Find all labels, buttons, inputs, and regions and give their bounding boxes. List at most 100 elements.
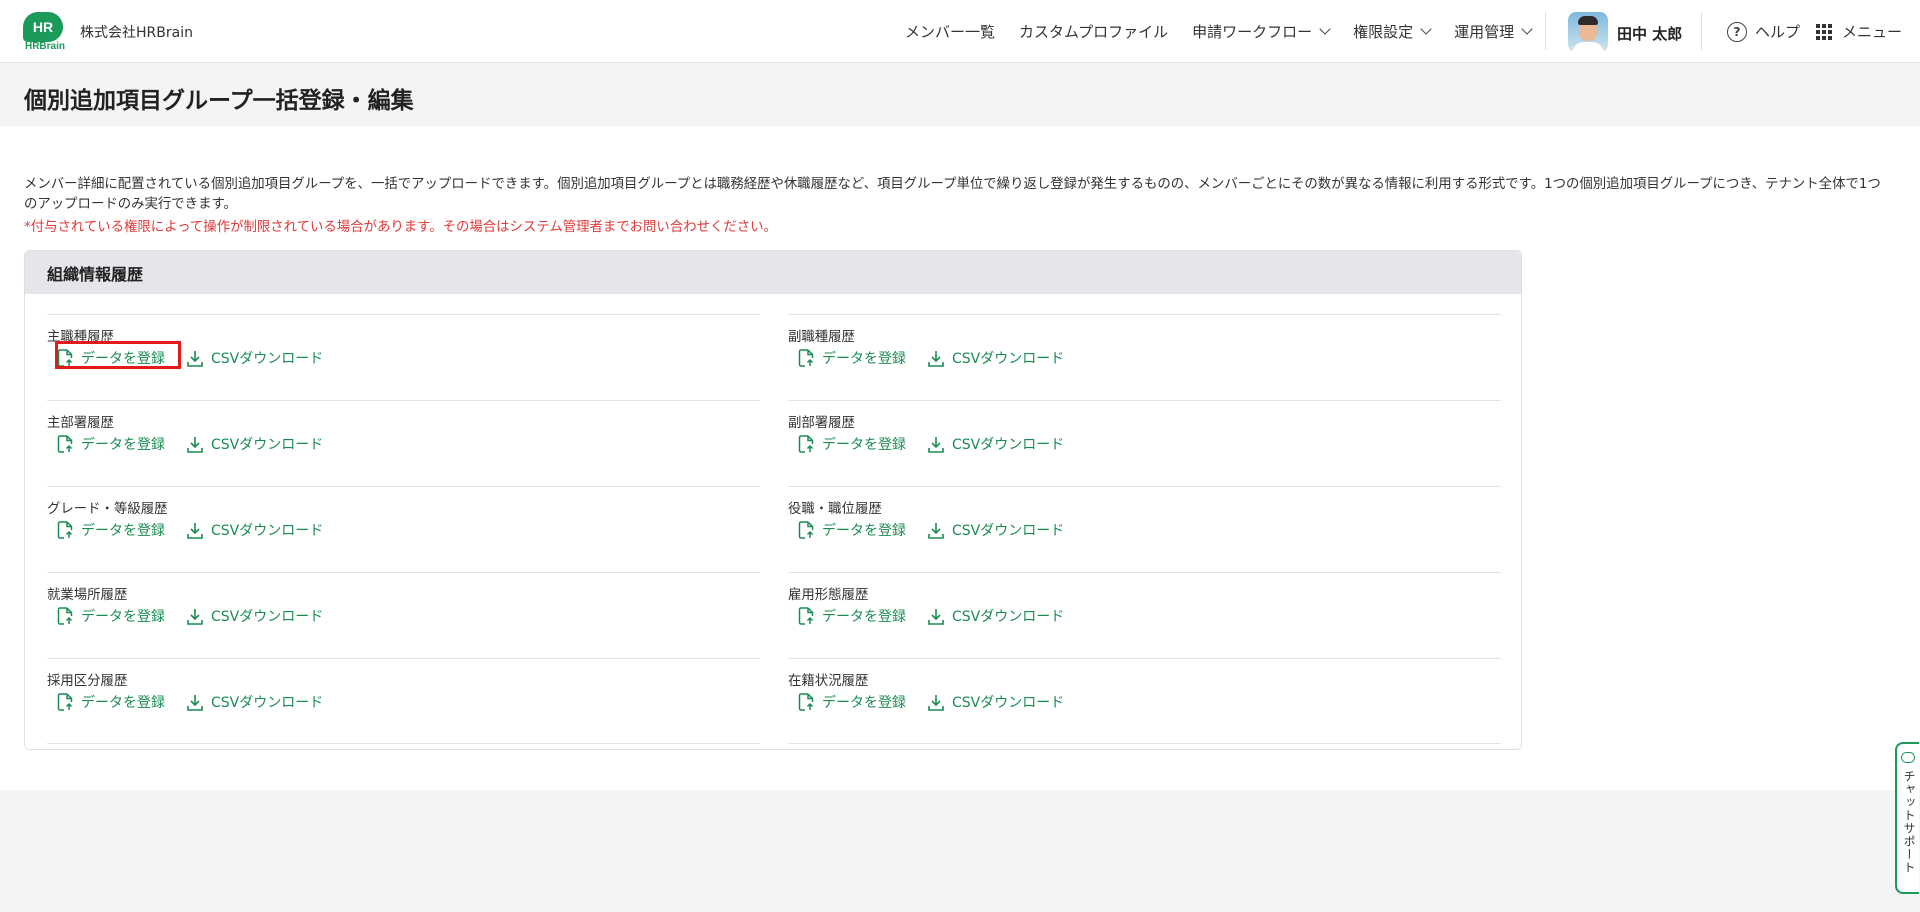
csv-download-button[interactable]: CSVダウンロード xyxy=(187,520,323,540)
file-upload-icon xyxy=(57,435,81,453)
row-actions: データを登録 CSVダウンロード xyxy=(57,606,345,626)
download-icon xyxy=(928,522,952,539)
nav-workflow[interactable]: 申請ワークフロー xyxy=(1192,21,1331,42)
row-actions: データを登録 CSVダウンロード xyxy=(798,606,1086,626)
download-icon xyxy=(187,694,211,711)
register-label: データを登録 xyxy=(822,609,906,625)
page-description: メンバー詳細に配置されている個別追加項目グループを、一括でアップロードできます。… xyxy=(24,177,1881,212)
avatar-body xyxy=(1572,42,1604,52)
download-label: CSVダウンロード xyxy=(211,437,324,453)
chat-support-tab[interactable]: チャットサポート xyxy=(1895,742,1919,894)
csv-download-button[interactable]: CSVダウンロード xyxy=(928,606,1064,626)
csv-download-button[interactable]: CSVダウンロード xyxy=(187,434,323,454)
logo-mark: HR xyxy=(23,12,63,42)
file-upload-icon xyxy=(798,435,822,453)
header-divider xyxy=(1545,12,1546,50)
csv-download-button[interactable]: CSVダウンロード xyxy=(187,606,323,626)
history-item-title: 採用区分履歴 xyxy=(47,674,128,689)
row-actions: データを登録 CSVダウンロード xyxy=(798,520,1086,540)
register-data-button[interactable]: データを登録 xyxy=(57,434,165,454)
register-data-button[interactable]: データを登録 xyxy=(798,520,906,540)
row-actions: データを登録 CSVダウンロード xyxy=(57,434,345,454)
highlight-box xyxy=(55,341,181,369)
nav-label: メンバー一覧 xyxy=(905,23,996,41)
register-label: データを登録 xyxy=(81,695,165,711)
chevron-down-icon xyxy=(1420,23,1432,35)
download-icon xyxy=(928,436,952,453)
download-label: CSVダウンロード xyxy=(211,523,324,539)
nav-member-list[interactable]: メンバー一覧 xyxy=(905,21,995,42)
download-icon xyxy=(187,608,211,625)
row-actions: データを登録 CSVダウンロード xyxy=(57,520,345,540)
chat-support-label: チャットサポート xyxy=(1902,770,1916,874)
history-row: 採用区分履歴データを登録 CSVダウンロード xyxy=(47,658,760,744)
main-content: メンバー詳細に配置されている個別追加項目グループを、一括でアップロードできます。… xyxy=(0,126,1920,790)
help-label: ヘルプ xyxy=(1755,23,1801,41)
card-title: 組織情報履歴 xyxy=(25,251,1521,294)
history-row: 役職・職位履歴データを登録 CSVダウンロード xyxy=(788,486,1501,572)
register-data-button[interactable]: データを登録 xyxy=(57,692,165,712)
user-avatar[interactable] xyxy=(1568,12,1608,52)
download-label: CSVダウンロード xyxy=(211,351,324,367)
hrbrain-logo[interactable]: HR HRBrain xyxy=(23,12,65,54)
nav-operations[interactable]: 運用管理 xyxy=(1454,21,1533,42)
register-label: データを登録 xyxy=(822,351,906,367)
menu-label: メニュー xyxy=(1842,23,1903,41)
user-name[interactable]: 田中 太郎 xyxy=(1617,23,1682,44)
nav-permission[interactable]: 権限設定 xyxy=(1353,21,1432,42)
csv-download-button[interactable]: CSVダウンロード xyxy=(187,692,323,712)
csv-download-button[interactable]: CSVダウンロード xyxy=(928,348,1064,368)
row-actions: データを登録 CSVダウンロード xyxy=(55,341,345,369)
csv-download-button[interactable]: CSVダウンロード xyxy=(928,520,1064,540)
main-nav: メンバー一覧 カスタムプロファイル 申請ワークフロー 権限設定 運用管理 xyxy=(905,0,1555,63)
download-icon xyxy=(187,522,211,539)
chevron-down-icon xyxy=(1319,23,1331,35)
download-label: CSVダウンロード xyxy=(952,609,1065,625)
register-data-button[interactable]: データを登録 xyxy=(798,606,906,626)
file-upload-icon xyxy=(798,521,822,539)
register-data-button[interactable]: データを登録 xyxy=(798,348,906,368)
file-upload-icon xyxy=(57,521,81,539)
history-item-title: 主部署履歴 xyxy=(47,416,114,431)
right-column: 副職種履歴 データを登録 CSVダウンロード 副部署履歴 データを登録 CSVダウンロード… xyxy=(788,314,1501,744)
file-upload-icon xyxy=(798,349,822,367)
help-link[interactable]: ? ヘルプ xyxy=(1727,21,1800,42)
register-data-button[interactable]: データを登録 xyxy=(57,606,165,626)
csv-download-button[interactable]: CSVダウンロード xyxy=(928,692,1064,712)
register-data-button[interactable]: データを登録 xyxy=(798,434,906,454)
history-row: 主職種履歴 データを登録 CSVダウンロード xyxy=(47,314,760,400)
nav-custom-profile[interactable]: カスタムプロファイル xyxy=(1019,21,1168,42)
title-bar: 個別追加項目グループ一括登録・編集 xyxy=(0,63,1920,126)
menu-button[interactable]: メニュー xyxy=(1816,21,1902,42)
row-actions: データを登録 CSVダウンロード xyxy=(798,692,1086,712)
history-item-title: 役職・職位履歴 xyxy=(788,502,882,517)
left-column: 主職種履歴 データを登録 CSVダウンロード主部署履歴データを登録 CSVダウンロード… xyxy=(47,314,760,744)
file-upload-icon xyxy=(798,693,822,711)
top-header: HR HRBrain 株式会社HRBrain メンバー一覧 カスタムプロファイル… xyxy=(0,0,1920,63)
chevron-down-icon xyxy=(1521,23,1533,35)
permission-notice: *付与されている権限によって操作が制限されている場合があります。その場合はシステ… xyxy=(24,220,777,235)
org-history-card: 組織情報履歴 主職種履歴 データを登録 CSVダウンロード 主部署履歴 データを登録 CS… xyxy=(24,250,1522,750)
register-data-button[interactable]: データを登録 xyxy=(57,520,165,540)
download-icon xyxy=(187,350,211,367)
register-label: データを登録 xyxy=(822,523,906,539)
register-label: データを登録 xyxy=(822,437,906,453)
file-upload-icon xyxy=(57,607,81,625)
register-label: データを登録 xyxy=(81,609,165,625)
nav-label: 申請ワークフロー xyxy=(1192,23,1313,41)
register-label: データを登録 xyxy=(81,437,165,453)
csv-download-button[interactable]: CSVダウンロード xyxy=(928,434,1064,454)
download-label: CSVダウンロード xyxy=(952,523,1065,539)
history-row: 在籍状況履歴 データを登録 CSVダウンロード xyxy=(788,658,1501,744)
history-item-title: 副部署履歴 xyxy=(788,416,855,431)
history-item-title: グレード・等級履歴 xyxy=(47,502,168,517)
row-actions: データを登録 CSVダウンロード xyxy=(798,434,1086,454)
avatar-hair xyxy=(1578,16,1598,25)
download-label: CSVダウンロード xyxy=(211,609,324,625)
register-data-button[interactable]: データを登録 xyxy=(798,692,906,712)
csv-download-button[interactable]: CSVダウンロード xyxy=(187,348,323,368)
download-label: CSVダウンロード xyxy=(952,351,1065,367)
nav-label: 運用管理 xyxy=(1454,23,1515,41)
history-row: 副職種履歴 データを登録 CSVダウンロード xyxy=(788,314,1501,400)
help-icon: ? xyxy=(1727,21,1747,42)
